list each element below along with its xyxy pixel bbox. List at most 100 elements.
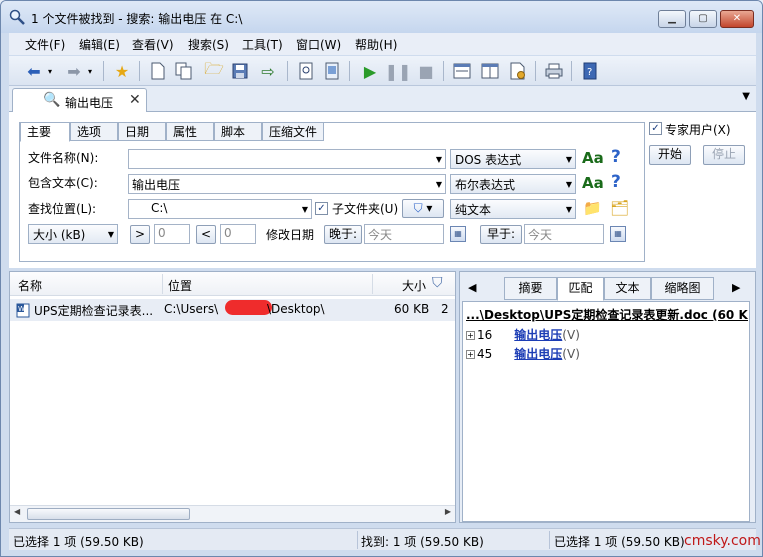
table-row[interactable]: W UPS定期检查记录表... C:\Users\ \Desktop\ 60 K… — [10, 299, 455, 321]
contains-mode-select[interactable]: 布尔表达式 ▼ — [450, 174, 576, 194]
tab-summary[interactable]: 摘要 — [504, 277, 557, 300]
toolbar: ⬅ ▾ ➡ ▾ ★ 🗁 ⇨ ▶ ❚❚ ■ ? — [9, 56, 756, 86]
start-button[interactable]: 开始 — [649, 145, 691, 165]
tab-menu-dropdown-icon[interactable]: ▼ — [742, 91, 750, 102]
favorites-star-icon[interactable]: ★ — [111, 60, 133, 82]
tab-date[interactable]: 日期 — [118, 122, 166, 141]
menu-search[interactable]: 搜索(S) — [188, 36, 229, 53]
print-icon[interactable] — [543, 60, 565, 82]
tab-attributes[interactable]: 属性 — [166, 122, 214, 141]
contains-case-icon[interactable]: Aa — [582, 174, 604, 192]
tab-text[interactable]: 文本 — [604, 277, 651, 300]
column-name[interactable]: 名称 — [18, 277, 42, 294]
save-icon[interactable] — [229, 60, 251, 82]
menu-view[interactable]: 查看(V) — [132, 36, 174, 53]
toolbar-separator — [287, 61, 288, 81]
chevron-down-icon: ▼ — [565, 205, 572, 214]
menu-file[interactable]: 文件(F) — [25, 36, 65, 53]
stop-button[interactable]: 停止 — [703, 145, 745, 165]
expand-icon[interactable]: + — [466, 350, 475, 359]
start-icon[interactable]: ▶ — [359, 60, 381, 82]
text-mode-select[interactable]: 纯文本 ▼ — [450, 199, 576, 219]
copy-icon[interactable] — [173, 60, 195, 82]
column-separator[interactable] — [372, 274, 373, 294]
contains-help-icon[interactable]: ? — [611, 172, 621, 192]
open-folder-icon[interactable]: 🗁 — [203, 59, 225, 82]
menu-window[interactable]: 窗口(W) — [296, 36, 341, 53]
browse-folder-icon[interactable]: 📁 — [583, 199, 602, 217]
window-icon[interactable] — [479, 60, 501, 82]
horizontal-scrollbar[interactable]: ◀ ▶ — [10, 505, 455, 522]
match-line[interactable]: +16 输出电压(V) — [466, 326, 580, 343]
less-than-button[interactable]: < — [196, 225, 216, 244]
close-tab-icon[interactable]: ✕ — [129, 92, 141, 108]
layout-icon[interactable] — [451, 60, 473, 82]
match-highlight[interactable]: 输出电压 — [514, 328, 562, 342]
options-icon[interactable] — [507, 60, 529, 82]
expand-icon[interactable]: + — [466, 331, 475, 340]
scrollbar-thumb[interactable] — [27, 508, 190, 520]
greater-than-button[interactable]: > — [130, 225, 150, 244]
stop-icon[interactable]: ■ — [415, 60, 437, 82]
tab-archive[interactable]: 压缩文件 — [262, 122, 324, 141]
scroll-left-icon[interactable]: ◀ — [14, 507, 20, 516]
filename-help-icon[interactable]: ? — [611, 147, 621, 167]
scroll-right-icon[interactable]: ▶ — [445, 507, 451, 516]
print-preview-icon[interactable] — [295, 60, 317, 82]
chevron-down-icon[interactable]: ▼ — [436, 180, 442, 189]
location-input[interactable]: C:\ ▼ — [128, 199, 312, 219]
expert-user-checkbox[interactable]: ✓ — [649, 122, 662, 135]
column-location[interactable]: 位置 — [168, 277, 192, 294]
subfolder-checkbox[interactable]: ✓ — [315, 202, 328, 215]
filename-mode-select[interactable]: DOS 表达式 ▼ — [450, 149, 576, 169]
column-size[interactable]: 大小 — [402, 277, 426, 294]
maximize-button[interactable]: ▢ — [689, 10, 717, 28]
filename-input[interactable]: ▼ — [128, 149, 446, 169]
contains-text-input[interactable]: 输出电压 ▼ — [128, 174, 446, 194]
pause-icon[interactable]: ❚❚ — [385, 60, 412, 82]
tab-main[interactable]: 主要 — [20, 122, 70, 142]
back-dropdown-icon[interactable]: ▾ — [45, 60, 55, 82]
column-separator[interactable] — [162, 274, 163, 294]
before-date-input[interactable]: 今天 — [524, 224, 604, 244]
minimize-button[interactable]: ▁ — [658, 10, 686, 28]
status-found: 找到: 1 项 (59.50 KB) — [361, 535, 484, 549]
before-button[interactable]: 早于: — [480, 225, 522, 244]
close-button[interactable]: ✕ — [720, 10, 754, 28]
search-tab[interactable]: 🔍 输出电压 ✕ — [12, 88, 147, 113]
subfolder-label: 子文件夹(U) — [332, 202, 399, 216]
tab-script[interactable]: 脚本 — [214, 122, 262, 141]
menu-help[interactable]: 帮助(H) — [355, 36, 397, 53]
menu-tools[interactable]: 工具(T) — [242, 36, 283, 53]
menu-edit[interactable]: 编辑(E) — [79, 36, 120, 53]
column-filter-icon[interactable]: ⛉ — [432, 275, 443, 291]
forward-dropdown-icon[interactable]: ▾ — [85, 60, 95, 82]
filename-case-icon[interactable]: Aa — [582, 149, 604, 167]
back-arrow-icon[interactable]: ⬅ — [23, 60, 45, 82]
size-max-input[interactable]: 0 — [220, 224, 256, 244]
tab-matches[interactable]: 匹配 — [557, 277, 604, 301]
result-name: UPS定期检查记录表... — [34, 304, 154, 318]
chevron-down-icon: ▼ — [107, 230, 114, 239]
before-calendar-icon[interactable]: ▦ — [610, 226, 626, 242]
preview-tab-right-icon[interactable]: ▶ — [732, 281, 740, 294]
tab-options[interactable]: 选项 — [70, 122, 118, 141]
report-icon[interactable] — [321, 60, 343, 82]
match-line[interactable]: +45 输出电压(V) — [466, 345, 580, 362]
help-book-icon[interactable]: ? — [579, 60, 601, 82]
forward-arrow-icon[interactable]: ➡ — [63, 60, 85, 82]
size-min-input[interactable]: 0 — [154, 224, 190, 244]
after-button[interactable]: 晚于: — [324, 225, 362, 244]
export-icon[interactable]: ⇨ — [257, 60, 279, 82]
chevron-down-icon[interactable]: ▼ — [302, 205, 308, 214]
after-date-input[interactable]: 今天 — [364, 224, 444, 244]
chevron-down-icon[interactable]: ▼ — [436, 155, 442, 164]
browse-folders-icon[interactable]: 🗂 — [610, 199, 629, 217]
filter-button[interactable]: ⛉ ▾ — [402, 199, 444, 218]
preview-tab-left-icon[interactable]: ◀ — [468, 281, 476, 294]
tab-thumbnail[interactable]: 缩略图 — [651, 277, 714, 300]
match-highlight[interactable]: 输出电压 — [514, 347, 562, 361]
size-unit-select[interactable]: 大小 (kB) ▼ — [28, 224, 118, 244]
new-search-icon[interactable] — [147, 60, 169, 82]
after-calendar-icon[interactable]: ▦ — [450, 226, 466, 242]
